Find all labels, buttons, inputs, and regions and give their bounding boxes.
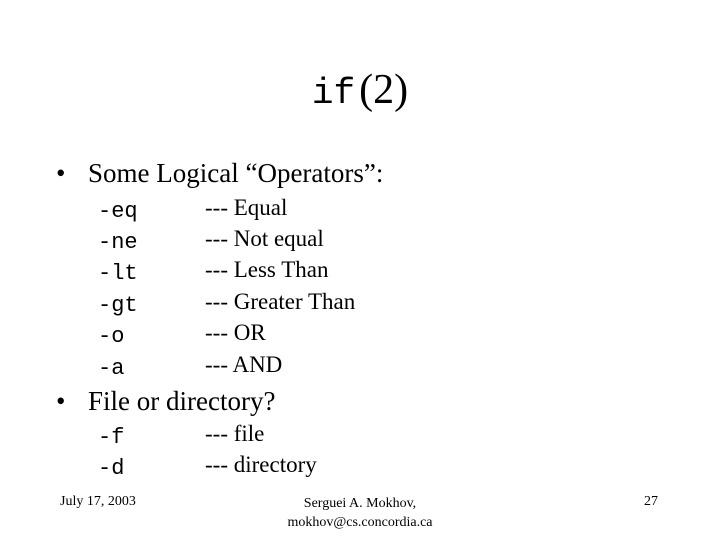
title-code: if (311, 73, 356, 114)
slide-title: if (2) (0, 66, 720, 114)
footer-date: July 17, 2003 (60, 494, 136, 509)
title-text: (2) (359, 67, 409, 113)
operator-code: -ne (98, 230, 138, 255)
page-number: 27 (644, 494, 658, 509)
operator-description: --- Equal (205, 195, 288, 220)
operator-description: --- file (205, 421, 265, 446)
operator-code: -lt (98, 261, 138, 286)
operator-code: -f (98, 425, 125, 450)
operator-description: --- Greater Than (205, 289, 356, 314)
operator-description: --- OR (205, 320, 266, 345)
bullet-logical-operators: • Some Logical “Operators”: (56, 158, 383, 189)
operator-code: -eq (98, 199, 138, 224)
bullet-heading: File or directory? (88, 386, 276, 416)
bullet-icon: • (56, 158, 66, 188)
operator-description: --- Not equal (205, 226, 324, 251)
bullet-file-or-directory: • File or directory? (56, 386, 275, 417)
author-email: mokhov@cs.concordia.ca (287, 515, 433, 530)
operator-code: -o (98, 324, 125, 349)
author-name: Serguei A. Mokhov, (303, 496, 417, 511)
operator-code: -a (98, 356, 125, 381)
operator-description: --- Less Than (205, 257, 329, 282)
operator-description: --- directory (205, 452, 317, 477)
footer-author: Serguei A. Mokhov, mokhov@cs.concordia.c… (260, 494, 460, 532)
bullet-icon: • (56, 386, 66, 416)
bullet-heading: Some Logical “Operators”: (88, 158, 384, 188)
operator-description: --- AND (205, 352, 283, 377)
operator-code: -d (98, 456, 125, 481)
operator-code: -gt (98, 293, 138, 318)
